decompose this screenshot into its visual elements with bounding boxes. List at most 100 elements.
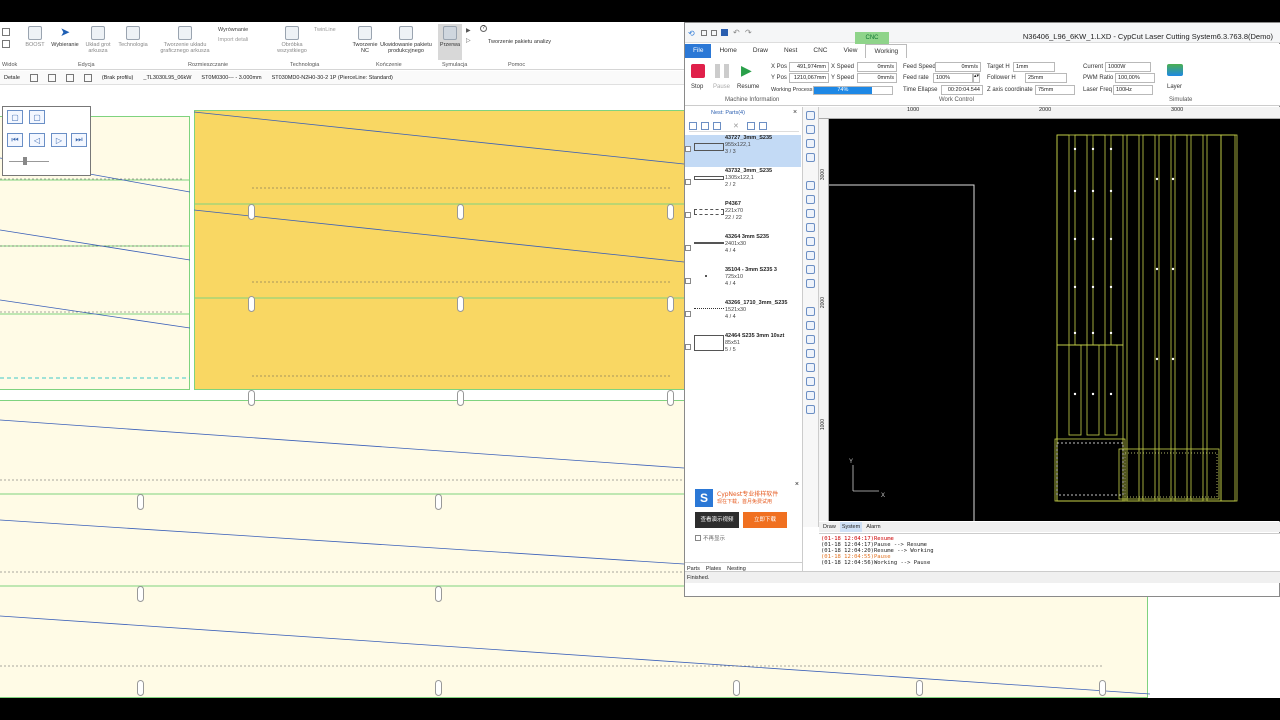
new-icon[interactable] <box>701 30 707 36</box>
save-icon[interactable] <box>721 29 728 36</box>
zoom-icon[interactable]: ▢ <box>29 110 45 124</box>
tab-cnc[interactable]: CNC <box>805 44 835 58</box>
create-nc-button[interactable]: Tworzenie NC <box>350 26 380 54</box>
technology-label[interactable]: ST030MD0-N2H0-30-2 1P (PierceLine: Stand… <box>272 75 393 81</box>
stop-button[interactable]: Stop <box>691 84 703 90</box>
import-details-button[interactable]: Import detali <box>218 37 248 43</box>
filter-icon[interactable] <box>701 122 709 130</box>
resume-icon[interactable]: ▶ <box>741 62 752 79</box>
tab-file[interactable]: File <box>685 44 712 58</box>
polyline-icon[interactable] <box>806 195 815 204</box>
select-icon[interactable] <box>806 111 815 120</box>
tab-view[interactable]: View <box>835 44 865 58</box>
feed-rate-stepper[interactable]: ▴▾ <box>973 73 980 83</box>
ellipse-icon[interactable] <box>806 251 815 260</box>
technology-button[interactable]: Technologia <box>116 26 150 48</box>
sheet-icon[interactable] <box>47 73 56 82</box>
part-checkbox[interactable] <box>685 212 691 218</box>
part-item[interactable]: 42464 S235 3mm 10szt 85x51 5 / 5 <box>685 333 801 365</box>
undo-icon[interactable]: ↶ <box>733 28 740 37</box>
rectangle-icon[interactable] <box>806 237 815 246</box>
microjoint-icon[interactable] <box>806 335 815 344</box>
part-checkbox[interactable] <box>685 179 691 185</box>
last-icon[interactable]: ⏭ <box>71 133 87 147</box>
sort-icon[interactable] <box>806 377 815 386</box>
array-icon[interactable] <box>806 391 815 400</box>
part-checkbox[interactable] <box>685 245 691 251</box>
production-package-button[interactable]: Ukwidowanie pakietu produkcyjnego <box>380 26 432 54</box>
boost-button[interactable]: BOOST <box>24 26 46 48</box>
release-icon[interactable] <box>806 349 815 358</box>
list-icon[interactable] <box>713 122 721 130</box>
delete-icon[interactable]: ✕ <box>733 122 739 130</box>
grid-icon[interactable] <box>747 122 755 130</box>
tab-working[interactable]: Working <box>865 44 908 58</box>
part-item[interactable]: 43727_3mm_S235 955x122,1 3 / 3 <box>685 135 801 167</box>
next-icon[interactable]: ▷ <box>51 133 67 147</box>
program-label[interactable]: _TL3030L95_06kW <box>143 75 191 81</box>
sheet-layout-button[interactable]: Układ grot arkusza <box>82 26 114 54</box>
redo-icon[interactable]: ↷ <box>745 28 752 37</box>
pause-sim-button[interactable]: Przerwa <box>438 24 462 60</box>
cnc-context-tab[interactable]: CNC <box>855 32 889 44</box>
part-item[interactable]: 43266_1710_3mm_S235 1521x30 4 / 4 <box>685 300 801 332</box>
part-item[interactable]: 43732_3mm_S235 1305x122,1 2 / 2 <box>685 168 801 200</box>
refresh-icon[interactable] <box>759 122 767 130</box>
lead-icon[interactable] <box>806 307 815 316</box>
step-icon[interactable]: ▷ <box>466 37 471 44</box>
details-label[interactable]: Detale <box>4 75 20 81</box>
help-icon[interactable]: ? <box>480 25 487 32</box>
speed-slider-thumb[interactable] <box>23 157 27 165</box>
part-checkbox[interactable] <box>685 278 691 284</box>
star-icon[interactable] <box>806 265 815 274</box>
part-checkbox[interactable] <box>685 311 691 317</box>
stop-icon[interactable] <box>691 64 705 78</box>
layer-button[interactable]: Layer <box>1167 84 1182 90</box>
part-checkbox[interactable] <box>685 344 691 350</box>
view-icon[interactable] <box>2 28 10 36</box>
node-icon[interactable] <box>806 125 815 134</box>
pan-icon[interactable] <box>806 139 815 148</box>
close-icon[interactable]: × <box>793 109 797 116</box>
line-icon[interactable] <box>806 181 815 190</box>
analysis-package-button[interactable]: Tworzenie pakietu analizy <box>488 39 551 45</box>
dont-show-checkbox[interactable] <box>695 535 701 541</box>
play-icon[interactable]: ▶ <box>466 27 471 34</box>
close-icon[interactable]: × <box>795 481 799 488</box>
material-label[interactable]: ST0M0300--- - 3.000mm <box>201 75 261 81</box>
profile-label[interactable]: (Brak profilu) <box>102 75 133 81</box>
home-icon[interactable] <box>29 73 38 82</box>
list-icon[interactable] <box>83 73 92 82</box>
text-icon[interactable] <box>806 279 815 288</box>
fit-view-icon[interactable]: ▢ <box>7 110 23 124</box>
download-button[interactable]: 立即下载 <box>743 512 787 528</box>
demo-video-button[interactable]: 查看演示视频 <box>695 512 739 528</box>
open-icon[interactable] <box>711 30 717 36</box>
tab-draw-log[interactable]: Draw <box>823 522 836 532</box>
sort-icon[interactable] <box>689 122 697 130</box>
grid-icon[interactable] <box>2 40 10 48</box>
pause-button[interactable]: Pause <box>713 84 730 90</box>
twinline-button[interactable]: TwinLine <box>314 27 336 33</box>
measure-icon[interactable] <box>806 405 815 414</box>
tab-home[interactable]: Home <box>711 44 744 58</box>
cutting-view[interactable]: Y X <box>829 119 1280 521</box>
layer-icon[interactable] <box>1167 64 1183 76</box>
grid-icon[interactable] <box>65 73 74 82</box>
speed-slider[interactable] <box>9 161 49 162</box>
prev-icon[interactable]: ◁ <box>29 133 45 147</box>
arc-icon[interactable] <box>806 223 815 232</box>
feed-rate-value[interactable]: 100% <box>933 73 973 83</box>
tab-system-log[interactable]: System <box>839 522 863 532</box>
create-layout-button[interactable]: Tworzenie układu graficznego arkusza <box>156 26 214 54</box>
first-icon[interactable]: ⏮ <box>7 133 23 147</box>
part-checkbox[interactable] <box>685 146 691 152</box>
align-button[interactable]: Wyrównanie <box>218 27 248 33</box>
part-item[interactable]: 43264 3mm S235 2401x30 4 / 4 <box>685 234 801 266</box>
resume-button[interactable]: Resume <box>737 84 759 90</box>
part-item[interactable]: P4367 221x70 22 / 22 <box>685 201 801 233</box>
select-button[interactable]: ➤ Wybieranie <box>50 26 80 48</box>
part-item[interactable]: 35104 - 3mm S235 3 725x10 4 / 4 <box>685 267 801 299</box>
feed-speed-value[interactable]: 0mm/s <box>935 62 981 72</box>
process-all-button[interactable]: Obróbka wszystkiego <box>272 26 312 54</box>
